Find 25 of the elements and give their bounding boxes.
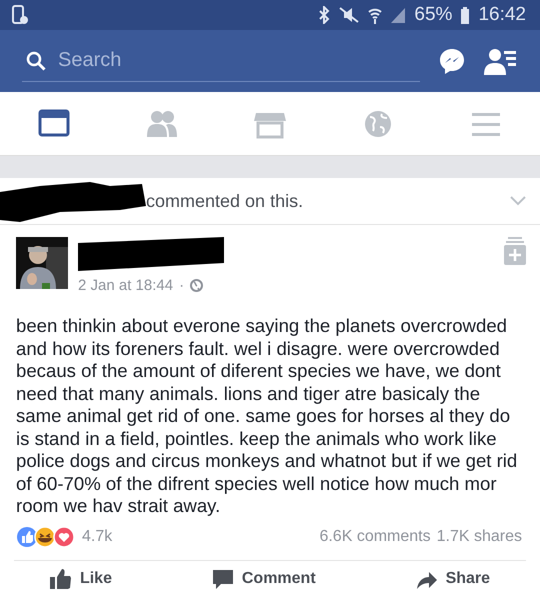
speech-bubble-icon	[212, 568, 234, 590]
wifi-icon	[368, 6, 382, 24]
separator-dot: ·	[179, 277, 184, 294]
activity-text: commented on this.	[146, 190, 304, 212]
phone-icon	[12, 5, 28, 25]
signal-icon	[390, 6, 406, 24]
search-icon	[26, 50, 46, 70]
post-timestamp: 2 Jan at 18:44	[78, 277, 174, 294]
reaction-icons[interactable]	[16, 526, 76, 548]
mute-icon	[338, 6, 360, 24]
clock-time: 16:42	[478, 4, 526, 26]
news-feed-icon	[38, 108, 70, 138]
bluetooth-icon	[318, 6, 330, 24]
save-post-icon[interactable]	[504, 237, 526, 265]
friends-icon	[146, 108, 178, 138]
battery-level: 65%	[414, 4, 452, 26]
messenger-icon[interactable]	[438, 47, 466, 75]
like-button[interactable]: Like	[46, 564, 116, 594]
friend-requests-icon[interactable]	[484, 47, 516, 75]
share-button[interactable]: Share	[412, 564, 494, 594]
battery-icon	[460, 6, 470, 24]
chevron-down-icon[interactable]	[510, 196, 526, 206]
post-text: been thinkin about everone saying the planets overcrowded and how its foreners fault. wel i disagre. were overcrowded becaus of the amount of diferent species we have, we dont need that many animals. lions and tiger atre basicaly the same animal get rid of one. same goes for horses al they do is stand in a field, pointles. keep the animals who work like police dogs and circus monkeys and whatnot but if we get rid of 60-70% of the difrent species well notice how much mor room we hav strait away.	[16, 315, 518, 518]
thumbs-up-icon	[50, 568, 72, 590]
comment-button[interactable]: Comment	[208, 564, 320, 594]
